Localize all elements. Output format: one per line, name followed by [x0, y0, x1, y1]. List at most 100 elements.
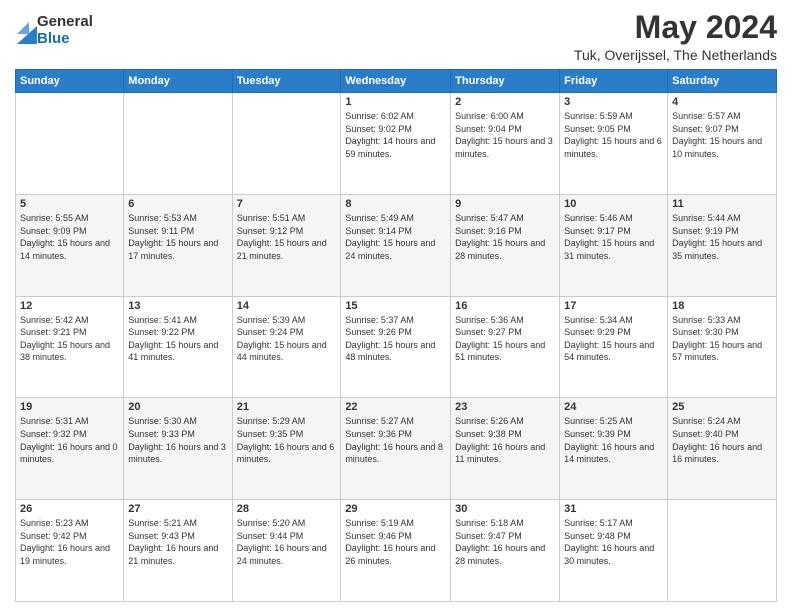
day-number: 19 — [20, 401, 119, 413]
table-row: 18 Sunrise: 5:33 AMSunset: 9:30 PMDayligh… — [668, 296, 777, 398]
day-info: Sunrise: 5:55 AMSunset: 9:09 PMDaylight:… — [20, 212, 119, 262]
day-info: Sunrise: 5:20 AMSunset: 9:44 PMDaylight:… — [237, 517, 337, 567]
table-row: 2Sunrise: 6:00 AMSunset: 9:04 PMDaylight… — [451, 93, 560, 195]
day-number: 22 — [345, 401, 446, 413]
table-row — [232, 93, 341, 195]
table-row: 3 Sunrise: 5:59 AMSunset: 9:05 PMDaylight… — [560, 93, 668, 195]
day-info: Sunrise: 5:21 AMSunset: 9:43 PMDaylight:… — [128, 517, 227, 567]
table-row: 17 Sunrise: 5:34 AMSunset: 9:29 PMDayligh… — [560, 296, 668, 398]
logo-blue: Blue — [37, 31, 93, 48]
logo-text: General Blue — [37, 14, 93, 47]
day-number: 31 — [564, 503, 663, 515]
day-info: Sunrise: 5:46 AMSunset: 9:17 PMDaylight:… — [564, 212, 663, 262]
day-number: 23 — [455, 401, 555, 413]
day-number: 26 — [20, 503, 119, 515]
day-info: Sunrise: 5:31 AMSunset: 9:32 PMDaylight:… — [20, 415, 119, 465]
col-wednesday: Wednesday — [341, 70, 451, 93]
calendar-week-row: 1Sunrise: 6:02 AMSunset: 9:02 PMDaylight… — [16, 93, 777, 195]
table-row: 20 Sunrise: 5:30 AMSunset: 9:33 PMDayligh… — [124, 398, 232, 500]
table-row: 7 Sunrise: 5:51 AMSunset: 9:12 PMDaylight… — [232, 194, 341, 296]
table-row: 19 Sunrise: 5:31 AMSunset: 9:32 PMDayligh… — [16, 398, 124, 500]
day-number: 10 — [564, 198, 663, 210]
day-number: 17 — [564, 300, 663, 312]
day-info: Sunrise: 5:42 AMSunset: 9:21 PMDaylight:… — [20, 314, 119, 364]
day-info: Sunrise: 5:23 AMSunset: 9:42 PMDaylight:… — [20, 517, 119, 567]
day-info: Sunrise: 5:34 AMSunset: 9:29 PMDaylight:… — [564, 314, 663, 364]
day-info: Sunrise: 5:53 AMSunset: 9:11 PMDaylight:… — [128, 212, 227, 262]
day-number: 15 — [345, 300, 446, 312]
day-info: Sunrise: 5:44 AMSunset: 9:19 PMDaylight:… — [672, 212, 772, 262]
day-info: Sunrise: 5:17 AMSunset: 9:48 PMDaylight:… — [564, 517, 663, 567]
main-title: May 2024 — [574, 10, 777, 45]
day-info: Sunrise: 5:27 AMSunset: 9:36 PMDaylight:… — [345, 415, 446, 465]
table-row: 6 Sunrise: 5:53 AMSunset: 9:11 PMDaylight… — [124, 194, 232, 296]
day-number: 18 — [672, 300, 772, 312]
day-number: 8 — [345, 198, 446, 210]
day-info: Sunrise: 5:25 AMSunset: 9:39 PMDaylight:… — [564, 415, 663, 465]
day-number: 12 — [20, 300, 119, 312]
day-number: 3 — [564, 96, 663, 108]
calendar-week-row: 5 Sunrise: 5:55 AMSunset: 9:09 PMDaylight… — [16, 194, 777, 296]
table-row: 8 Sunrise: 5:49 AMSunset: 9:14 PMDaylight… — [341, 194, 451, 296]
subtitle: Tuk, Overijssel, The Netherlands — [574, 47, 777, 63]
day-info: Sunrise: 5:41 AMSunset: 9:22 PMDaylight:… — [128, 314, 227, 364]
day-number: 4 — [672, 96, 772, 108]
page: General Blue May 2024 Tuk, Overijssel, T… — [0, 0, 792, 612]
day-number: 6 — [128, 198, 227, 210]
logo: General Blue — [15, 14, 93, 47]
table-row: 23Sunrise: 5:26 AMSunset: 9:38 PMDayligh… — [451, 398, 560, 500]
table-row: 10 Sunrise: 5:46 AMSunset: 9:17 PMDayligh… — [560, 194, 668, 296]
title-block: May 2024 Tuk, Overijssel, The Netherland… — [574, 10, 777, 63]
table-row: 25 Sunrise: 5:24 AMSunset: 9:40 PMDayligh… — [668, 398, 777, 500]
day-info: Sunrise: 5:30 AMSunset: 9:33 PMDaylight:… — [128, 415, 227, 465]
col-sunday: Sunday — [16, 70, 124, 93]
table-row: 21 Sunrise: 5:29 AMSunset: 9:35 PMDayligh… — [232, 398, 341, 500]
table-row: 31 Sunrise: 5:17 AMSunset: 9:48 PMDayligh… — [560, 500, 668, 602]
day-number: 16 — [455, 300, 555, 312]
table-row — [668, 500, 777, 602]
table-row: 26 Sunrise: 5:23 AMSunset: 9:42 PMDayligh… — [16, 500, 124, 602]
day-number: 24 — [564, 401, 663, 413]
day-number: 14 — [237, 300, 337, 312]
day-info: Sunrise: 5:59 AMSunset: 9:05 PMDaylight:… — [564, 110, 663, 160]
day-info: Sunrise: 5:24 AMSunset: 9:40 PMDaylight:… — [672, 415, 772, 465]
day-number: 7 — [237, 198, 337, 210]
day-info: Sunrise: 5:18 AMSunset: 9:47 PMDaylight:… — [455, 517, 555, 567]
day-info: Sunrise: 5:51 AMSunset: 9:12 PMDaylight:… — [237, 212, 337, 262]
table-row: 29Sunrise: 5:19 AMSunset: 9:46 PMDayligh… — [341, 500, 451, 602]
day-number: 25 — [672, 401, 772, 413]
day-info: Sunrise: 5:47 AMSunset: 9:16 PMDaylight:… — [455, 212, 555, 262]
day-info: Sunrise: 5:37 AMSunset: 9:26 PMDaylight:… — [345, 314, 446, 364]
day-number: 30 — [455, 503, 555, 515]
table-row: 16Sunrise: 5:36 AMSunset: 9:27 PMDayligh… — [451, 296, 560, 398]
table-row: 1Sunrise: 6:02 AMSunset: 9:02 PMDaylight… — [341, 93, 451, 195]
day-number: 5 — [20, 198, 119, 210]
day-number: 27 — [128, 503, 227, 515]
table-row: 11Sunrise: 5:44 AMSunset: 9:19 PMDayligh… — [668, 194, 777, 296]
table-row: 28Sunrise: 5:20 AMSunset: 9:44 PMDayligh… — [232, 500, 341, 602]
day-info: Sunrise: 5:29 AMSunset: 9:35 PMDaylight:… — [237, 415, 337, 465]
col-monday: Monday — [124, 70, 232, 93]
day-info: Sunrise: 5:39 AMSunset: 9:24 PMDaylight:… — [237, 314, 337, 364]
logo-icon — [17, 16, 37, 44]
col-saturday: Saturday — [668, 70, 777, 93]
table-row — [16, 93, 124, 195]
col-friday: Friday — [560, 70, 668, 93]
table-row: 24 Sunrise: 5:25 AMSunset: 9:39 PMDayligh… — [560, 398, 668, 500]
calendar: Sunday Monday Tuesday Wednesday Thursday… — [15, 69, 777, 602]
day-info: Sunrise: 5:19 AMSunset: 9:46 PMDaylight:… — [345, 517, 446, 567]
calendar-header-row: Sunday Monday Tuesday Wednesday Thursday… — [16, 70, 777, 93]
table-row: 27 Sunrise: 5:21 AMSunset: 9:43 PMDayligh… — [124, 500, 232, 602]
day-number: 13 — [128, 300, 227, 312]
header: General Blue May 2024 Tuk, Overijssel, T… — [15, 10, 777, 63]
day-number: 21 — [237, 401, 337, 413]
day-info: Sunrise: 5:49 AMSunset: 9:14 PMDaylight:… — [345, 212, 446, 262]
calendar-week-row: 19 Sunrise: 5:31 AMSunset: 9:32 PMDayligh… — [16, 398, 777, 500]
day-number: 9 — [455, 198, 555, 210]
table-row: 13 Sunrise: 5:41 AMSunset: 9:22 PMDayligh… — [124, 296, 232, 398]
calendar-week-row: 26 Sunrise: 5:23 AMSunset: 9:42 PMDayligh… — [16, 500, 777, 602]
table-row: 4Sunrise: 5:57 AMSunset: 9:07 PMDaylight… — [668, 93, 777, 195]
day-info: Sunrise: 5:33 AMSunset: 9:30 PMDaylight:… — [672, 314, 772, 364]
table-row: 9 Sunrise: 5:47 AMSunset: 9:16 PMDaylight… — [451, 194, 560, 296]
day-number: 20 — [128, 401, 227, 413]
